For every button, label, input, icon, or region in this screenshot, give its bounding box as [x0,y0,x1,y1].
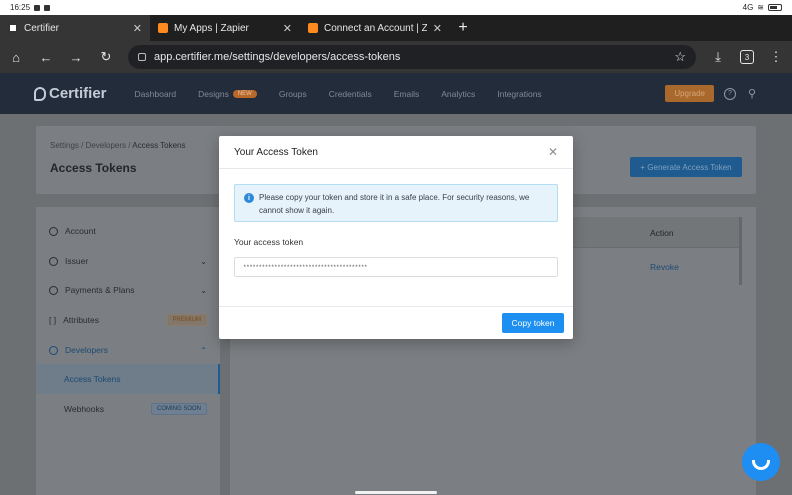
sidebar-item-issuer[interactable]: Issuer ⌄ [36,246,220,276]
breadcrumb-current: Access Tokens [132,141,186,150]
url-field[interactable]: app.certifier.me/settings/developers/acc… [128,45,696,69]
new-tab-button[interactable]: + [450,15,476,41]
home-icon[interactable]: ⌂ [8,49,24,65]
certifier-logo-icon [34,86,46,101]
forward-icon[interactable]: → [68,49,84,65]
tab-title: Connect an Account | Zapier [324,22,427,34]
close-icon[interactable]: ✕ [548,145,558,159]
sidebar-item-webhooks[interactable]: Webhooks COMING SOON [36,394,220,424]
more-menu-icon[interactable]: ⋮ [768,49,784,65]
tab-count-button[interactable]: 3 [740,50,754,64]
bookmark-star-icon[interactable]: ☆ [674,49,686,65]
network-label: 4G [742,3,754,12]
generate-access-token-button[interactable]: + Generate Access Token [630,157,742,177]
sidebar-item-account[interactable]: Account [36,216,220,246]
tab-title: My Apps | Zapier [174,22,249,34]
sidebar-item-payments[interactable]: Payments & Plans ⌄ [36,275,220,305]
chat-smile-icon [752,460,770,470]
battery-icon [768,4,782,11]
alert-text: Please copy your token and store it in a… [259,193,530,215]
nav-credentials[interactable]: Credentials [329,89,372,99]
nav-designs[interactable]: Designs NEW [198,89,257,99]
download-icon[interactable]: ⤓ [710,49,726,65]
bank-icon [49,256,58,266]
app-navbar: Certifier Dashboard Designs NEW Groups C… [0,73,792,114]
nav-emails[interactable]: Emails [394,89,420,99]
zapier-favicon-icon [308,23,318,33]
modal-header: Your Access Token ✕ [219,136,573,169]
browser-tab[interactable]: Connect an Account | Zapier ✕ [300,15,450,41]
sidebar-item-label: Access Tokens [64,374,121,384]
access-token-modal: Your Access Token ✕ i Please copy your t… [219,136,573,339]
browser-tab[interactable]: Certifier ✕ [0,15,150,41]
sidebar-item-label: Attributes [63,315,99,325]
wifi-icon: ≋ [757,3,764,12]
sidebar-item-label: Webhooks [64,404,105,414]
page-title: Access Tokens [50,161,137,175]
sidebar-item-developers[interactable]: Developers ⌃ [36,335,220,365]
help-chat-button[interactable] [742,443,780,481]
notification-icon [34,4,41,11]
close-icon[interactable]: ✕ [433,22,442,35]
sidebar-item-label: Account [65,226,96,236]
nav-analytics[interactable]: Analytics [441,89,475,99]
link-icon [49,345,58,355]
breadcrumb-developers[interactable]: Developers [86,141,126,150]
sidebar-item-access-tokens[interactable]: Access Tokens [36,364,220,394]
sidebar-item-attributes[interactable]: [ ] Attributes PREMIUM [36,305,220,335]
nav-groups[interactable]: Groups [279,89,307,99]
sidebar-item-label: Issuer [65,256,89,266]
tab-title: Certifier [24,22,60,34]
settings-sidebar: Account Issuer ⌄ Payments & Plans ⌄ [ ] … [36,207,220,495]
logo-text: Certifier [49,85,107,102]
gear-icon [49,226,58,236]
nav-links: Dashboard Designs NEW Groups Credentials… [135,89,564,99]
modal-title: Your Access Token [234,146,318,158]
sidebar-item-label: Payments & Plans [65,285,135,295]
nav-dashboard[interactable]: Dashboard [135,89,177,99]
access-token-field[interactable] [234,257,558,277]
chevron-down-icon: ⌄ [200,285,207,295]
revoke-link[interactable]: Revoke [650,262,679,272]
info-alert: i Please copy your token and store it in… [234,184,558,222]
chevron-up-icon: ⌃ [200,345,207,355]
zapier-favicon-icon [158,23,168,33]
new-badge: NEW [232,89,257,98]
certifier-favicon-icon [8,23,18,33]
user-icon[interactable]: ⚲ [746,88,758,100]
chevron-down-icon: ⌄ [200,256,207,266]
premium-badge: PREMIUM [166,314,207,326]
nav-designs-label: Designs [198,88,229,99]
status-time: 16:25 [10,3,31,12]
column-header-action: Action [650,228,674,238]
copy-token-button[interactable]: Copy token [502,313,564,333]
certifier-logo[interactable]: Certifier [34,85,107,102]
url-text: app.certifier.me/settings/developers/acc… [154,51,401,63]
notification-icon [44,4,51,11]
coming-soon-badge: COMING SOON [150,403,207,415]
table-scrollbar[interactable] [739,217,742,285]
nav-integrations[interactable]: Integrations [497,89,541,99]
sidebar-item-label: Developers [65,345,108,355]
address-bar: ⌂ ← → ↻ app.certifier.me/settings/develo… [0,41,792,73]
close-icon[interactable]: ✕ [283,22,292,35]
status-bar: 16:25 4G ≋ [0,0,792,15]
close-icon[interactable]: ✕ [133,22,142,35]
reload-icon[interactable]: ↻ [98,49,114,65]
gesture-home-bar[interactable] [355,491,437,494]
browser-tab-strip: Certifier ✕ My Apps | Zapier ✕ Connect a… [0,15,792,41]
browser-tab[interactable]: My Apps | Zapier ✕ [150,15,300,41]
back-icon[interactable]: ← [38,49,54,65]
lock-icon [138,53,146,61]
dollar-icon [49,285,58,295]
info-icon: i [244,193,254,203]
brackets-icon: [ ] [49,315,57,325]
upgrade-button[interactable]: Upgrade [665,85,714,102]
help-icon[interactable]: ? [724,87,736,100]
token-field-label: Your access token [234,237,304,247]
breadcrumb: Settings / Developers / Access Tokens [50,141,186,150]
breadcrumb-settings[interactable]: Settings [50,141,79,150]
